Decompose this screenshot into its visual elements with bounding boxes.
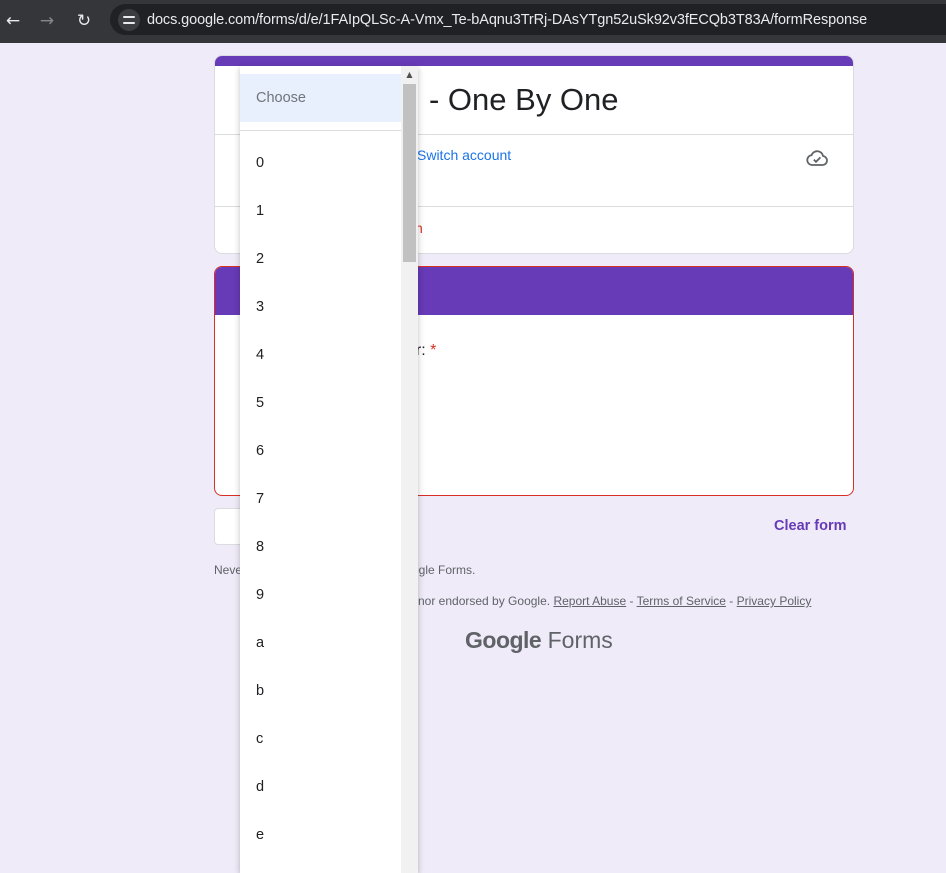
accent-stripe: [215, 56, 853, 66]
dropdown-option[interactable]: 9: [240, 571, 401, 619]
dropdown-option[interactable]: 5: [240, 379, 401, 427]
dropdown-menu[interactable]: Choose 0 1 2 3 4 5 6 7 8 9 a b c d e ▲: [240, 66, 418, 873]
dropdown-scrollbar[interactable]: ▲: [401, 66, 418, 873]
never-submit-text: Neve: [214, 563, 243, 577]
clear-form-button[interactable]: Clear form: [774, 518, 847, 534]
switch-account-link[interactable]: Switch account: [417, 147, 511, 163]
divider: [240, 130, 401, 131]
dropdown-option[interactable]: 2: [240, 235, 401, 283]
privacy-link[interactable]: Privacy Policy: [737, 594, 812, 608]
address-bar[interactable]: docs.google.com/forms/d/e/1FAIpQLSc-A-Vm…: [110, 4, 946, 35]
site-info-icon[interactable]: [118, 9, 140, 31]
browser-toolbar: ← → ↻ docs.google.com/forms/d/e/1FAIpQLS…: [0, 0, 946, 43]
dropdown-option[interactable]: 3: [240, 283, 401, 331]
dropdown-option[interactable]: 7: [240, 475, 401, 523]
dropdown-option[interactable]: c: [240, 715, 401, 763]
google-forms-logo[interactable]: Google Forms: [465, 627, 613, 654]
google-forms-note: ogle Forms.: [412, 563, 476, 577]
required-asterisk: *: [430, 342, 437, 359]
dropdown-option[interactable]: a: [240, 619, 401, 667]
dropdown-placeholder[interactable]: Choose: [240, 74, 401, 122]
url-text: docs.google.com/forms/d/e/1FAIpQLSc-A-Vm…: [147, 12, 868, 28]
reload-icon[interactable]: ↻: [71, 8, 97, 34]
scroll-thumb[interactable]: [403, 84, 416, 262]
dropdown-option[interactable]: 6: [240, 427, 401, 475]
terms-link[interactable]: Terms of Service: [637, 594, 726, 608]
dropdown-option[interactable]: b: [240, 667, 401, 715]
form-title: - One By One: [429, 82, 619, 117]
dropdown-option[interactable]: 0: [240, 139, 401, 187]
back-icon[interactable]: ←: [0, 8, 26, 34]
scroll-up-icon[interactable]: ▲: [401, 70, 418, 80]
report-abuse-link[interactable]: Report Abuse: [553, 594, 626, 608]
cloud-saved-icon: [806, 150, 828, 166]
dropdown-option[interactable]: 4: [240, 331, 401, 379]
dropdown-option[interactable]: d: [240, 763, 401, 811]
footer-disclaimer: nor endorsed by Google. Report Abuse - T…: [418, 594, 812, 608]
dropdown-option[interactable]: 1: [240, 187, 401, 235]
dropdown-option[interactable]: 8: [240, 523, 401, 571]
forward-icon[interactable]: →: [34, 8, 60, 34]
dropdown-option[interactable]: e: [240, 811, 401, 859]
